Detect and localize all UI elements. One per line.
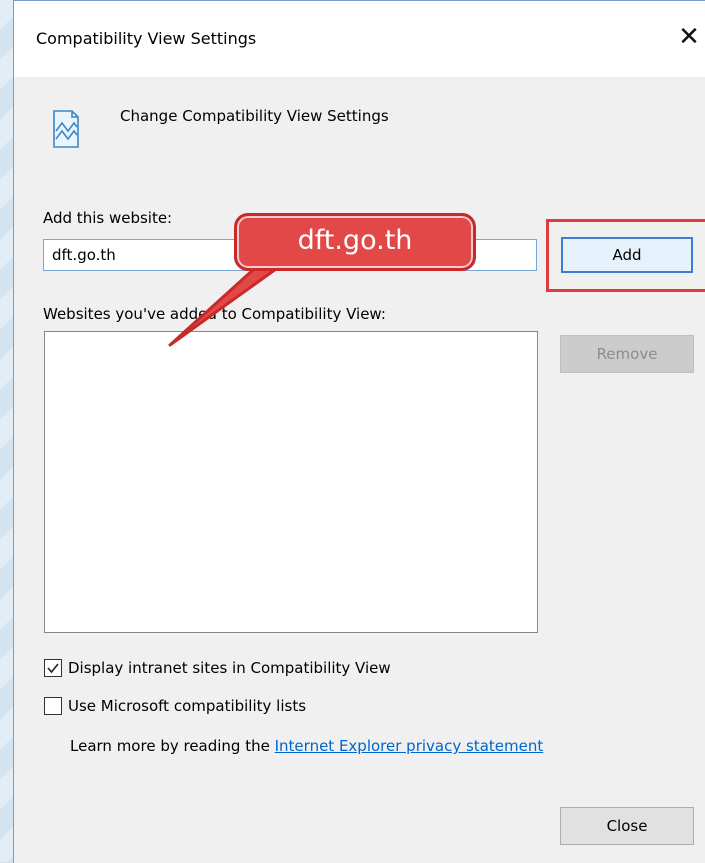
learn-more-text: Learn more by reading the Internet Explo… [70, 737, 543, 755]
websites-list-label: Websites you've added to Compatibility V… [43, 305, 386, 323]
add-website-label: Add this website: [43, 209, 173, 227]
websites-listbox[interactable] [44, 331, 538, 633]
dialog-title: Compatibility View Settings [36, 29, 257, 48]
checkmark-icon [47, 663, 59, 674]
remove-button[interactable]: Remove [560, 335, 694, 373]
intranet-checkbox-label: Display intranet sites in Compatibility … [68, 659, 391, 677]
ms-lists-checkbox-row[interactable]: Use Microsoft compatibility lists [44, 697, 306, 715]
close-button[interactable]: Close [560, 807, 694, 845]
compatibility-view-dialog: Compatibility View Settings ✕ Change Com… [13, 0, 705, 863]
dialog-body: Change Compatibility View Settings Add t… [14, 77, 705, 863]
ms-lists-checkbox-label: Use Microsoft compatibility lists [68, 697, 307, 715]
header-text: Change Compatibility View Settings [120, 107, 389, 125]
close-icon[interactable]: ✕ [672, 17, 705, 57]
intranet-checkbox-row[interactable]: Display intranet sites in Compatibility … [44, 659, 391, 677]
compatibility-view-icon [53, 110, 79, 148]
add-button[interactable]: Add [561, 237, 693, 273]
title-bar: Compatibility View Settings ✕ [14, 1, 705, 77]
intranet-checkbox[interactable] [44, 659, 62, 677]
ms-lists-checkbox[interactable] [44, 697, 62, 715]
learn-more-prefix: Learn more by reading the [70, 737, 270, 755]
annotation-callout: dft.go.th [234, 213, 476, 271]
privacy-statement-link[interactable]: Internet Explorer privacy statement [275, 737, 544, 755]
